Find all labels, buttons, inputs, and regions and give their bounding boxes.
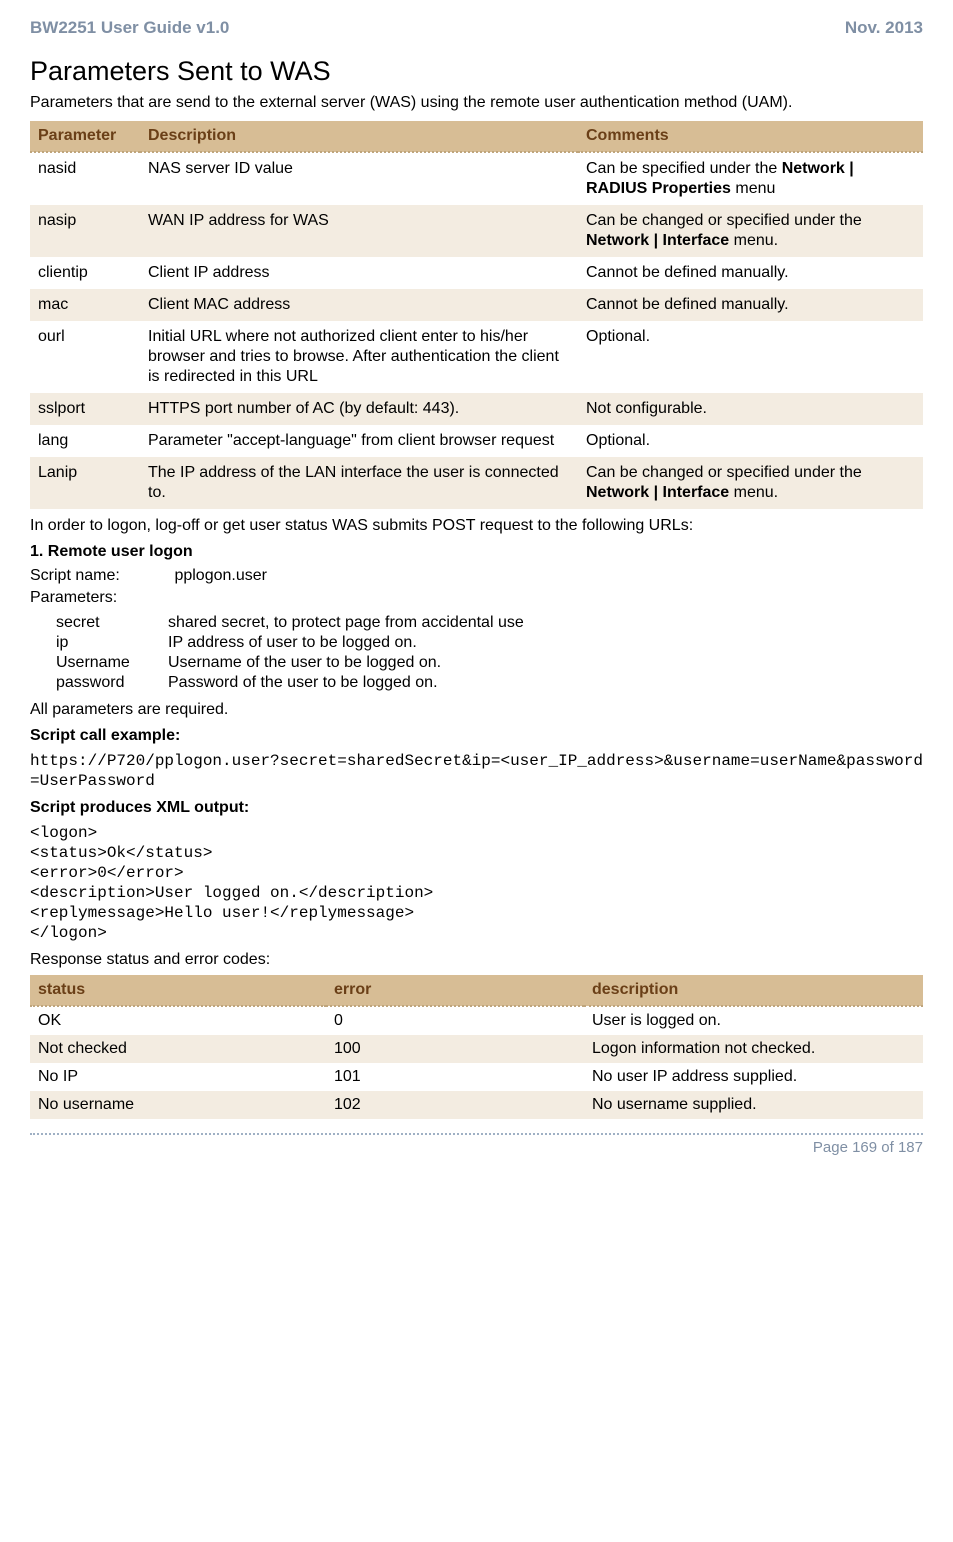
table-row: No username 102 No username supplied. bbox=[30, 1091, 923, 1119]
response-codes-heading: Response status and error codes: bbox=[30, 951, 923, 969]
cell-desc: Client IP address bbox=[140, 257, 578, 289]
table-row: lang Parameter "accept-language" from cl… bbox=[30, 425, 923, 457]
cell-param: nasip bbox=[30, 205, 140, 257]
cell-error: 102 bbox=[326, 1091, 584, 1119]
th-description: Description bbox=[140, 121, 578, 152]
list-item: ip IP address of user to be logged on. bbox=[56, 633, 923, 653]
cell-param: clientip bbox=[30, 257, 140, 289]
th-status: status bbox=[30, 975, 326, 1006]
parameters-table: Parameter Description Comments nasid NAS… bbox=[30, 121, 923, 509]
page: BW2251 User Guide v1.0 Nov. 2013 Paramet… bbox=[0, 0, 953, 1168]
table-header-row: Parameter Description Comments bbox=[30, 121, 923, 152]
cell-desc: Client MAC address bbox=[140, 289, 578, 321]
script-name-row: Script name: pplogon.user bbox=[30, 567, 923, 585]
th-parameter: Parameter bbox=[30, 121, 140, 152]
th-description: description bbox=[584, 975, 923, 1006]
table-row: No IP 101 No user IP address supplied. bbox=[30, 1063, 923, 1091]
cell-comments: Cannot be defined manually. bbox=[578, 289, 923, 321]
cell-desc: Initial URL where not authorized client … bbox=[140, 321, 578, 393]
cell-param: Lanip bbox=[30, 457, 140, 509]
parameters-label: Parameters: bbox=[30, 589, 923, 607]
intro-text: Parameters that are send to the external… bbox=[30, 93, 923, 113]
table-row: ourl Initial URL where not authorized cl… bbox=[30, 321, 923, 393]
parameters-list: secret shared secret, to protect page fr… bbox=[56, 613, 923, 693]
page-header: BW2251 User Guide v1.0 Nov. 2013 bbox=[30, 18, 923, 38]
th-comments: Comments bbox=[578, 121, 923, 152]
cell-comments: Can be specified under the Network | RAD… bbox=[578, 152, 923, 205]
cell-param: nasid bbox=[30, 152, 140, 205]
table-row: sslport HTTPS port number of AC (by defa… bbox=[30, 393, 923, 425]
after-table-text: In order to logon, log-off or get user s… bbox=[30, 517, 923, 535]
cell-desc: WAN IP address for WAS bbox=[140, 205, 578, 257]
table-row: Not checked 100 Logon information not ch… bbox=[30, 1035, 923, 1063]
cell-desc: No user IP address supplied. bbox=[584, 1063, 923, 1091]
cell-desc: Parameter "accept-language" from client … bbox=[140, 425, 578, 457]
cell-status: OK bbox=[30, 1006, 326, 1035]
table-row: clientip Client IP address Cannot be def… bbox=[30, 257, 923, 289]
cell-desc: NAS server ID value bbox=[140, 152, 578, 205]
script-name-value: pplogon.user bbox=[174, 567, 267, 584]
cell-param: mac bbox=[30, 289, 140, 321]
page-footer: Page 169 of 187 bbox=[30, 1133, 923, 1156]
cell-error: 101 bbox=[326, 1063, 584, 1091]
cell-status: Not checked bbox=[30, 1035, 326, 1063]
cell-desc: No username supplied. bbox=[584, 1091, 923, 1119]
table-row: nasid NAS server ID value Can be specifi… bbox=[30, 152, 923, 205]
cell-comments: Can be changed or specified under the Ne… bbox=[578, 457, 923, 509]
cell-error: 100 bbox=[326, 1035, 584, 1063]
cell-comments: Optional. bbox=[578, 425, 923, 457]
cell-error: 0 bbox=[326, 1006, 584, 1035]
page-title: Parameters Sent to WAS bbox=[30, 56, 923, 87]
list-item: Username Username of the user to be logg… bbox=[56, 653, 923, 673]
table-header-row: status error description bbox=[30, 975, 923, 1006]
header-left: BW2251 User Guide v1.0 bbox=[30, 18, 229, 38]
cell-comments: Optional. bbox=[578, 321, 923, 393]
xml-output-code: <logon> <status>Ok</status> <error>0</er… bbox=[30, 823, 923, 943]
table-row: mac Client MAC address Cannot be defined… bbox=[30, 289, 923, 321]
table-row: nasip WAN IP address for WAS Can be chan… bbox=[30, 205, 923, 257]
cell-comments: Not configurable. bbox=[578, 393, 923, 425]
table-row: Lanip The IP address of the LAN interfac… bbox=[30, 457, 923, 509]
cell-desc: HTTPS port number of AC (by default: 443… bbox=[140, 393, 578, 425]
th-error: error bbox=[326, 975, 584, 1006]
section-heading: 1. Remote user logon bbox=[30, 543, 923, 561]
cell-desc: User is logged on. bbox=[584, 1006, 923, 1035]
list-item: password Password of the user to be logg… bbox=[56, 673, 923, 693]
cell-comments: Can be changed or specified under the Ne… bbox=[578, 205, 923, 257]
cell-param: sslport bbox=[30, 393, 140, 425]
status-table: status error description OK 0 User is lo… bbox=[30, 975, 923, 1119]
list-item: secret shared secret, to protect page fr… bbox=[56, 613, 923, 633]
cell-param: ourl bbox=[30, 321, 140, 393]
cell-status: No username bbox=[30, 1091, 326, 1119]
header-right: Nov. 2013 bbox=[845, 18, 923, 38]
cell-desc: Logon information not checked. bbox=[584, 1035, 923, 1063]
cell-desc: The IP address of the LAN interface the … bbox=[140, 457, 578, 509]
table-row: OK 0 User is logged on. bbox=[30, 1006, 923, 1035]
xml-output-heading: Script produces XML output: bbox=[30, 799, 923, 817]
call-example-code: https://P720/pplogon.user?secret=sharedS… bbox=[30, 751, 923, 791]
script-name-label: Script name: bbox=[30, 567, 170, 585]
cell-param: lang bbox=[30, 425, 140, 457]
call-example-heading: Script call example: bbox=[30, 727, 923, 745]
cell-status: No IP bbox=[30, 1063, 326, 1091]
cell-comments: Cannot be defined manually. bbox=[578, 257, 923, 289]
all-required-text: All parameters are required. bbox=[30, 701, 923, 719]
